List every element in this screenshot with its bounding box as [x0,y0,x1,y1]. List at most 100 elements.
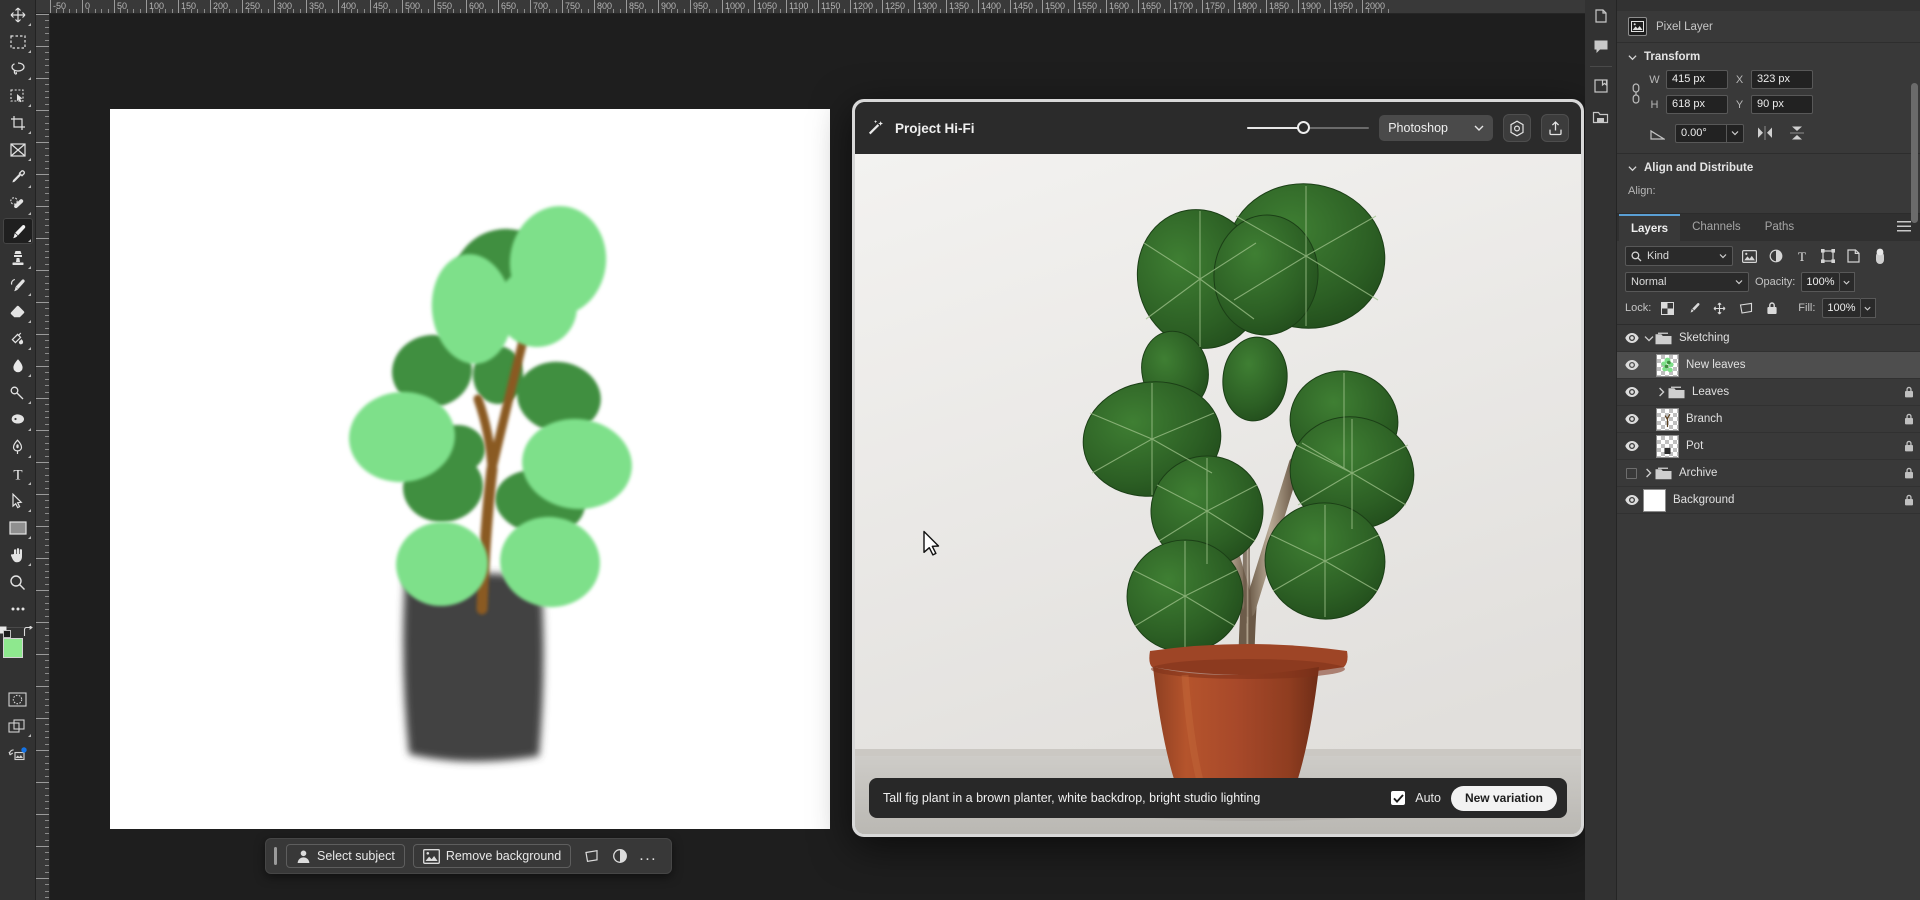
lock-nesting-icon[interactable] [1736,299,1755,318]
share-export-button[interactable] [1541,114,1569,142]
libraries-icon[interactable] [1587,102,1615,130]
layer-thumbnail[interactable] [1643,489,1666,512]
history-brush-tool[interactable] [3,272,33,298]
filter-pixel-icon[interactable] [1740,247,1759,266]
settings-hex-button[interactable] [1503,114,1531,142]
clone-stamp-tool[interactable] [3,245,33,271]
layer-visibility-toggle[interactable] [1621,406,1642,433]
filter-shape-icon[interactable] [1818,247,1837,266]
width-input[interactable]: 415 px [1666,70,1728,89]
lock-transparency-icon[interactable] [1658,299,1677,318]
angle-dropdown-arrow[interactable] [1727,124,1744,143]
strength-slider[interactable] [1247,118,1369,138]
opacity-dropdown-arrow[interactable] [1840,272,1855,292]
rectangle-tool[interactable] [3,515,33,541]
dodge-tool[interactable] [3,380,33,406]
opacity-input[interactable]: 100% [1801,272,1839,292]
path-selection-tool[interactable] [3,488,33,514]
tab-paths[interactable]: Paths [1753,214,1806,241]
height-input[interactable]: 618 px [1666,95,1728,114]
filter-kind-dropdown[interactable]: Kind [1625,246,1733,266]
context-task-bar[interactable]: Select subject Remove background ... [265,838,672,874]
properties-scrollbar[interactable] [1911,83,1918,223]
layer-visibility-toggle[interactable] [1621,433,1642,460]
layer-visibility-toggle[interactable] [1621,460,1642,487]
history-icon[interactable] [1587,72,1615,100]
auto-checkbox[interactable] [1391,791,1405,805]
layer-disclosure-toggle[interactable] [1655,387,1668,397]
x-input[interactable]: 323 px [1751,70,1813,89]
comments-icon[interactable] [1587,32,1615,60]
angle-input[interactable]: 0.00° [1675,124,1727,143]
layer-visibility-toggle[interactable] [1621,325,1642,352]
eraser-tool[interactable] [3,299,33,325]
lock-position-icon[interactable] [1710,299,1729,318]
gradient-tool[interactable] [3,326,33,352]
new-variation-button[interactable]: New variation [1451,786,1557,811]
artboard[interactable] [110,109,830,829]
y-input[interactable]: 90 px [1751,95,1813,114]
tab-channels[interactable]: Channels [1680,214,1753,241]
brush-tool[interactable] [3,218,33,244]
fill-input[interactable]: 100% [1822,298,1860,318]
filter-type-icon[interactable]: T [1792,247,1811,266]
pen-tool[interactable] [3,434,33,460]
layer-thumbnail[interactable] [1656,435,1679,458]
layer-visibility-toggle[interactable] [1621,352,1642,379]
align-section-header[interactable]: Align and Distribute [1617,154,1920,179]
prompt-text[interactable]: Tall fig plant in a brown planter, white… [883,791,1381,805]
lock-all-icon[interactable] [1762,299,1781,318]
task-bar-drag-handle[interactable] [274,847,277,865]
foreground-color-swatch[interactable] [3,638,23,658]
properties-tab-strip[interactable] [1617,0,1920,11]
rectangular-marquee-tool[interactable] [3,29,33,55]
transform-section-header[interactable]: Transform [1617,43,1920,68]
layer-row-leaves[interactable]: Leaves [1617,379,1920,406]
object-selection-tool[interactable] [3,83,33,109]
frame-tool[interactable] [3,137,33,163]
share-cloud-button[interactable] [3,740,33,766]
type-tool[interactable]: T [3,461,33,487]
slider-knob[interactable] [1297,121,1310,134]
flip-vertical-icon[interactable] [1786,123,1808,143]
properties-icon[interactable] [1587,2,1615,30]
prompt-bar[interactable]: Tall fig plant in a brown planter, white… [869,778,1567,818]
generated-image[interactable] [855,154,1581,834]
swap-colors-icon[interactable] [22,626,35,638]
filter-smart-object-icon[interactable] [1844,247,1863,266]
adjustment-icon[interactable] [607,844,633,868]
layer-list[interactable]: SketchingNew leavesLeavesBranchPotArchiv… [1617,324,1920,900]
link-wh-icon[interactable] [1628,70,1644,105]
layer-row-archive[interactable]: Archive [1617,460,1920,487]
zoom-tool[interactable] [3,569,33,595]
layer-row-branch[interactable]: Branch [1617,406,1920,433]
more-options-icon[interactable]: ... [635,844,661,868]
edit-toolbar-tool[interactable] [3,596,33,622]
remove-background-button[interactable]: Remove background [413,844,571,868]
fill-dropdown-arrow[interactable] [1861,298,1876,318]
layer-visibility-toggle[interactable] [1621,487,1642,514]
blur-tool[interactable] [3,353,33,379]
blend-mode-dropdown[interactable]: Normal [1625,272,1749,292]
layer-thumbnail[interactable] [1656,354,1679,377]
layer-disclosure-toggle[interactable] [1642,468,1655,478]
transform-icon[interactable] [579,844,605,868]
layer-row-new-leaves[interactable]: New leaves [1617,352,1920,379]
quick-mask-button[interactable] [3,686,33,712]
flip-horizontal-icon[interactable] [1754,123,1776,143]
eyedropper-tool[interactable] [3,164,33,190]
lasso-tool[interactable] [3,56,33,82]
layer-thumbnail[interactable] [1656,408,1679,431]
sponge-tool[interactable] [3,407,33,433]
hand-tool[interactable] [3,542,33,568]
ai-generation-panel[interactable]: Project Hi-Fi Photoshop [852,99,1584,837]
tab-layers[interactable]: Layers [1619,214,1680,241]
layer-row-background[interactable]: Background [1617,487,1920,514]
lock-paint-icon[interactable] [1684,299,1703,318]
spot-healing-brush-tool[interactable] [3,191,33,217]
move-tool[interactable] [3,2,33,28]
layer-row-pot[interactable]: Pot [1617,433,1920,460]
crop-tool[interactable] [3,110,33,136]
layer-disclosure-toggle[interactable] [1642,335,1655,342]
select-subject-button[interactable]: Select subject [286,844,405,868]
